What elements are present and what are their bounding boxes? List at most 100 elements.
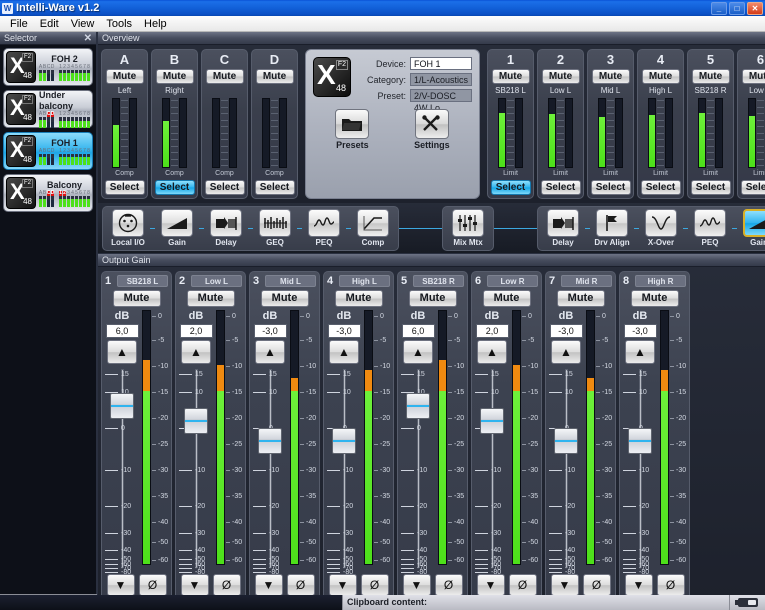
mute-button[interactable]: Mute (631, 290, 679, 307)
gain-fader[interactable]: 15100-10-20-30-40-50-60-70-80 (105, 366, 139, 571)
chain-block-delay[interactable]: Delay (204, 209, 248, 248)
mute-button[interactable]: Mute (206, 69, 244, 84)
mute-button[interactable]: Mute (409, 290, 457, 307)
selector-item[interactable]: X48F2FOH 2ABCD12345678 (3, 48, 93, 86)
gain-down-button[interactable]: ▼ (625, 574, 653, 596)
channel-name[interactable]: Low R (487, 275, 538, 287)
gain-fader[interactable]: 15100-10-20-30-40-50-60-70-80 (623, 366, 657, 571)
channel-name[interactable]: High L (339, 275, 390, 287)
device-preset-value[interactable]: 2/V-DOSC 4W Lo (410, 89, 472, 102)
channel-name[interactable]: Mid L (265, 275, 316, 287)
select-button[interactable]: Select (691, 180, 731, 195)
polarity-button[interactable]: Ø (435, 574, 463, 596)
gain-value-field[interactable]: 2,0 (180, 324, 213, 338)
selector-item[interactable]: X48F2BalconyABCD12345678 (3, 174, 93, 212)
gain-down-button[interactable]: ▼ (477, 574, 505, 596)
mute-button[interactable]: Mute (742, 69, 765, 84)
chain-block-comp[interactable]: Comp (351, 209, 395, 248)
gain-down-button[interactable]: ▼ (107, 574, 135, 596)
select-button[interactable]: Select (591, 180, 631, 195)
fader-handle[interactable] (110, 393, 134, 419)
select-button[interactable]: Select (205, 180, 245, 195)
menu-item-edit[interactable]: Edit (34, 18, 65, 30)
fader-handle[interactable] (184, 408, 208, 434)
polarity-button[interactable]: Ø (657, 574, 685, 596)
gain-down-button[interactable]: ▼ (403, 574, 431, 596)
maximize-button[interactable]: □ (729, 2, 745, 15)
device-name-value[interactable]: FOH 1 (410, 57, 472, 70)
presets-button[interactable]: Presets (335, 109, 369, 150)
close-button[interactable]: ✕ (747, 2, 763, 15)
gain-down-button[interactable]: ▼ (551, 574, 579, 596)
fader-handle[interactable] (628, 428, 652, 454)
fader-handle[interactable] (332, 428, 356, 454)
settings-button[interactable]: Settings (414, 109, 450, 150)
gain-up-button[interactable]: ▲ (329, 340, 359, 364)
gain-up-button[interactable]: ▲ (255, 340, 285, 364)
chain-block-delay[interactable]: Delay (541, 209, 585, 248)
mute-button[interactable]: Mute (106, 69, 144, 84)
channel-name[interactable]: SB218 L (117, 275, 168, 287)
channel-name[interactable]: Mid R (561, 275, 612, 287)
gain-fader[interactable]: 15100-10-20-30-40-50-60-70-80 (401, 366, 435, 571)
gain-fader[interactable]: 15100-10-20-30-40-50-60-70-80 (475, 366, 509, 571)
channel-name[interactable]: SB218 R (413, 275, 464, 287)
gain-up-button[interactable]: ▲ (477, 340, 507, 364)
polarity-button[interactable]: Ø (213, 574, 241, 596)
gain-up-button[interactable]: ▲ (107, 340, 137, 364)
menu-item-file[interactable]: File (4, 18, 34, 30)
gain-fader[interactable]: 15100-10-20-30-40-50-60-70-80 (549, 366, 583, 571)
gain-value-field[interactable]: -3,0 (624, 324, 657, 338)
mute-button[interactable]: Mute (261, 290, 309, 307)
mute-button[interactable]: Mute (492, 69, 530, 84)
gain-value-field[interactable]: -3,0 (550, 324, 583, 338)
mute-button[interactable]: Mute (113, 290, 161, 307)
gain-down-button[interactable]: ▼ (181, 574, 209, 596)
polarity-button[interactable]: Ø (509, 574, 537, 596)
polarity-button[interactable]: Ø (139, 574, 167, 596)
mute-button[interactable]: Mute (542, 69, 580, 84)
chain-block-x-over[interactable]: X-Over (639, 209, 683, 248)
chain-block-peq[interactable]: PEQ (688, 209, 732, 248)
gain-fader[interactable]: 15100-10-20-30-40-50-60-70-80 (253, 366, 287, 571)
menu-item-help[interactable]: Help (138, 18, 173, 30)
gain-up-button[interactable]: ▲ (625, 340, 655, 364)
channel-name[interactable]: High R (635, 275, 686, 287)
gain-value-field[interactable]: 6,0 (106, 324, 139, 338)
minimize-button[interactable]: _ (711, 2, 727, 15)
gain-up-button[interactable]: ▲ (403, 340, 433, 364)
fader-handle[interactable] (258, 428, 282, 454)
chain-block-local-i-o[interactable]: Local I/O (106, 209, 150, 248)
gain-down-button[interactable]: ▼ (255, 574, 283, 596)
polarity-button[interactable]: Ø (287, 574, 315, 596)
channel-name[interactable]: Low L (191, 275, 242, 287)
gain-value-field[interactable]: 2,0 (476, 324, 509, 338)
mute-button[interactable]: Mute (187, 290, 235, 307)
gain-up-button[interactable]: ▲ (551, 340, 581, 364)
chain-block-mix-mtx[interactable]: Mix Mtx (446, 209, 490, 248)
mute-button[interactable]: Mute (156, 69, 194, 84)
gain-up-button[interactable]: ▲ (181, 340, 211, 364)
chain-block-peq[interactable]: PEQ (302, 209, 346, 248)
select-button[interactable]: Select (541, 180, 581, 195)
gain-fader[interactable]: 15100-10-20-30-40-50-60-70-80 (179, 366, 213, 571)
close-icon[interactable]: ✕ (84, 32, 92, 45)
device-category-value[interactable]: 1/L-Acoustics (410, 73, 472, 86)
gain-fader[interactable]: 15100-10-20-30-40-50-60-70-80 (327, 366, 361, 571)
select-button[interactable]: Select (641, 180, 681, 195)
menu-item-tools[interactable]: Tools (100, 18, 138, 30)
gain-value-field[interactable]: -3,0 (254, 324, 287, 338)
menu-item-view[interactable]: View (65, 18, 101, 30)
chain-block-geq[interactable]: GEQ (253, 209, 297, 248)
mute-button[interactable]: Mute (692, 69, 730, 84)
mute-button[interactable]: Mute (335, 290, 383, 307)
select-button[interactable]: Select (491, 180, 531, 195)
fader-handle[interactable] (554, 428, 578, 454)
gain-value-field[interactable]: 6,0 (402, 324, 435, 338)
select-button[interactable]: Select (105, 180, 145, 195)
select-button[interactable]: Select (155, 180, 195, 195)
select-button[interactable]: Select (741, 180, 765, 195)
fader-handle[interactable] (406, 393, 430, 419)
connection-status[interactable] (729, 595, 765, 610)
chain-block-drv-align[interactable]: Drv Align (590, 209, 634, 248)
